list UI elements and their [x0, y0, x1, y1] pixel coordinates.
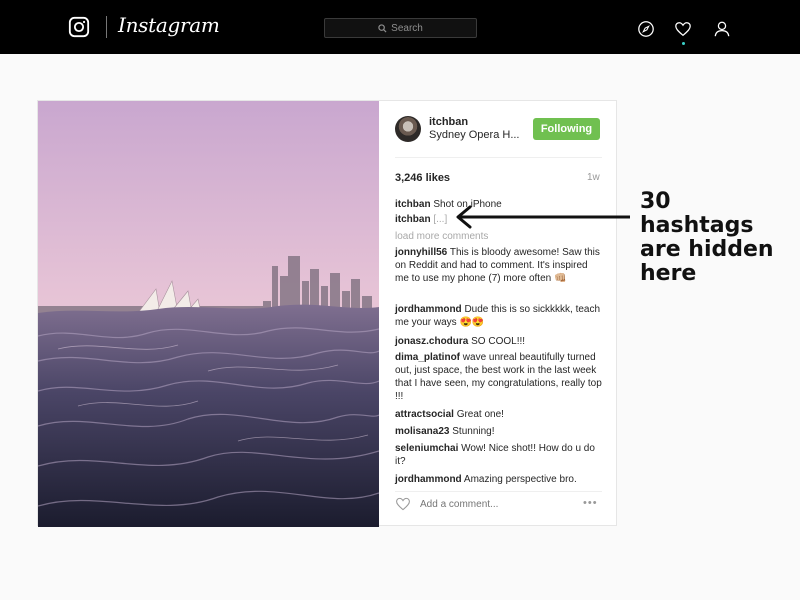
annotation-arrow-icon	[456, 205, 630, 229]
list-item: jonasz.chodura SO COOL!!!	[395, 335, 602, 348]
annotation-line: 30 hashtags	[640, 189, 754, 238]
comment-text: Stunning!	[452, 426, 495, 437]
sydney-harbour-photo	[38, 101, 379, 527]
list-item: seleniumchai Wow! Nice shot!! How do u d…	[395, 442, 602, 468]
comment-user[interactable]: jonnyhill56	[395, 247, 447, 258]
compass-icon[interactable]	[637, 20, 655, 38]
list-item: jordhammond Amazing perspective bro.	[395, 473, 602, 486]
comment-user[interactable]: molisana23	[395, 426, 449, 437]
avatar[interactable]	[395, 116, 421, 142]
top-navigation-bar: Instagram Search	[0, 0, 800, 54]
comment-user[interactable]: jonasz.chodura	[395, 336, 468, 347]
post-details-panel: itchban Sydney Opera H... Following 3,24…	[379, 101, 618, 527]
add-comment-input[interactable]	[420, 497, 570, 511]
heart-icon[interactable]	[674, 20, 692, 38]
logo-divider	[106, 16, 107, 38]
comment-text: Amazing perspective bro.	[463, 474, 577, 485]
search-box[interactable]: Search	[324, 18, 477, 38]
list-item: molisana23 Stunning!	[395, 425, 602, 438]
comment-user[interactable]: seleniumchai	[395, 443, 458, 454]
annotation-line: here	[640, 261, 697, 286]
hashtags-user[interactable]: itchban	[395, 214, 431, 225]
more-options-icon[interactable]: •••	[583, 497, 598, 509]
annotation-text: 30 hashtags are hidden here	[640, 190, 790, 286]
annotation-line: are hidden	[640, 237, 774, 262]
activity-indicator-dot	[682, 42, 685, 45]
list-item: attractsocial Great one!	[395, 408, 602, 421]
comment-user[interactable]: dima_platinof	[395, 352, 460, 363]
post-card: itchban Sydney Opera H... Following 3,24…	[37, 100, 618, 527]
likes-count[interactable]: 3,246 likes	[395, 172, 450, 184]
hidden-hashtags[interactable]: [...]	[433, 214, 447, 225]
search-placeholder: Search	[391, 22, 423, 34]
divider	[395, 157, 602, 158]
post-timestamp[interactable]: 1w	[587, 172, 600, 183]
like-heart-icon[interactable]	[395, 496, 411, 512]
post-photo[interactable]	[38, 101, 379, 527]
list-item: jordhammond Dude this is so sickkkkk, te…	[395, 303, 602, 329]
comment-user[interactable]: jordhammond	[395, 474, 462, 485]
following-button[interactable]: Following	[533, 118, 600, 140]
comment-text: SO COOL!!!	[471, 336, 526, 347]
instagram-camera-icon[interactable]	[68, 16, 90, 38]
search-icon	[378, 23, 387, 33]
comment-user[interactable]: attractsocial	[395, 409, 454, 420]
load-more-comments-link[interactable]: load more comments	[395, 230, 602, 243]
post-location[interactable]: Sydney Opera H...	[429, 129, 520, 141]
list-item: jonnyhill56 This is bloody awesome! Saw …	[395, 246, 602, 285]
instagram-wordmark[interactable]: Instagram	[118, 13, 220, 37]
list-item: dima_platinof wave unreal beautifully tu…	[395, 351, 602, 403]
profile-icon[interactable]	[713, 20, 731, 38]
comment-user[interactable]: jordhammond	[395, 304, 462, 315]
post-username[interactable]: itchban	[429, 116, 468, 128]
comment-text: Great one!	[456, 409, 504, 420]
caption-user[interactable]: itchban	[395, 199, 431, 210]
divider	[395, 491, 602, 492]
